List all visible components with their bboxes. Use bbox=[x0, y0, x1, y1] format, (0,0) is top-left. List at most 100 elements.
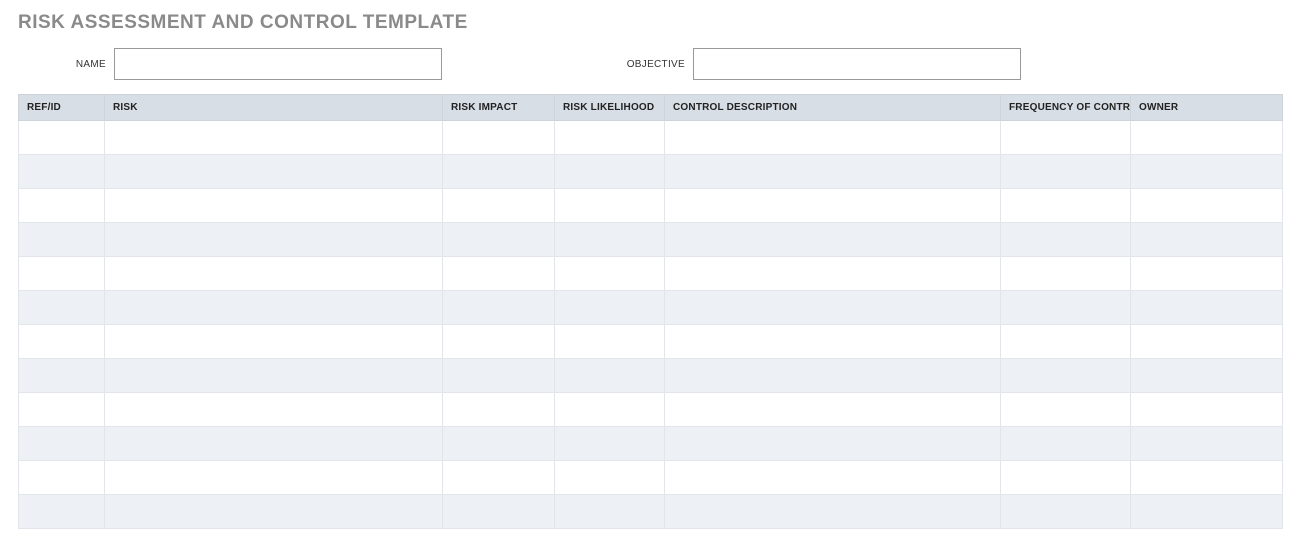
cell-controldesc[interactable] bbox=[665, 427, 1001, 461]
cell-controldesc[interactable] bbox=[665, 495, 1001, 529]
cell-frequency[interactable] bbox=[1001, 495, 1131, 529]
cell-ref[interactable] bbox=[19, 257, 105, 291]
cell-controldesc[interactable] bbox=[665, 325, 1001, 359]
cell-likelihood[interactable] bbox=[555, 461, 665, 495]
cell-impact[interactable] bbox=[443, 155, 555, 189]
cell-frequency[interactable] bbox=[1001, 427, 1131, 461]
cell-impact[interactable] bbox=[443, 223, 555, 257]
cell-controldesc[interactable] bbox=[665, 393, 1001, 427]
cell-risk[interactable] bbox=[105, 155, 443, 189]
cell-likelihood[interactable] bbox=[555, 325, 665, 359]
name-input[interactable] bbox=[114, 48, 442, 80]
table-row bbox=[19, 155, 1283, 189]
cell-impact[interactable] bbox=[443, 189, 555, 223]
cell-frequency[interactable] bbox=[1001, 325, 1131, 359]
cell-ref[interactable] bbox=[19, 495, 105, 529]
cell-controldesc[interactable] bbox=[665, 257, 1001, 291]
cell-risk[interactable] bbox=[105, 427, 443, 461]
cell-controldesc[interactable] bbox=[665, 359, 1001, 393]
cell-likelihood[interactable] bbox=[555, 291, 665, 325]
cell-frequency[interactable] bbox=[1001, 291, 1131, 325]
table-row bbox=[19, 121, 1283, 155]
cell-ref[interactable] bbox=[19, 461, 105, 495]
table-row bbox=[19, 291, 1283, 325]
table-row bbox=[19, 495, 1283, 529]
cell-likelihood[interactable] bbox=[555, 427, 665, 461]
cell-ref[interactable] bbox=[19, 291, 105, 325]
cell-ref[interactable] bbox=[19, 223, 105, 257]
cell-owner[interactable] bbox=[1131, 393, 1283, 427]
cell-controldesc[interactable] bbox=[665, 121, 1001, 155]
cell-impact[interactable] bbox=[443, 121, 555, 155]
cell-owner[interactable] bbox=[1131, 495, 1283, 529]
cell-owner[interactable] bbox=[1131, 189, 1283, 223]
risk-table: REF/ID RISK RISK IMPACT RISK LIKELIHOOD … bbox=[18, 94, 1283, 529]
col-header-frequency: FREQUENCY OF CONTROL bbox=[1001, 95, 1131, 121]
cell-frequency[interactable] bbox=[1001, 393, 1131, 427]
cell-impact[interactable] bbox=[443, 325, 555, 359]
cell-risk[interactable] bbox=[105, 223, 443, 257]
cell-owner[interactable] bbox=[1131, 325, 1283, 359]
cell-ref[interactable] bbox=[19, 359, 105, 393]
cell-likelihood[interactable] bbox=[555, 257, 665, 291]
cell-likelihood[interactable] bbox=[555, 223, 665, 257]
cell-likelihood[interactable] bbox=[555, 121, 665, 155]
cell-controldesc[interactable] bbox=[665, 189, 1001, 223]
cell-impact[interactable] bbox=[443, 257, 555, 291]
cell-likelihood[interactable] bbox=[555, 495, 665, 529]
cell-risk[interactable] bbox=[105, 257, 443, 291]
cell-controldesc[interactable] bbox=[665, 291, 1001, 325]
cell-likelihood[interactable] bbox=[555, 155, 665, 189]
cell-risk[interactable] bbox=[105, 393, 443, 427]
cell-impact[interactable] bbox=[443, 393, 555, 427]
cell-risk[interactable] bbox=[105, 189, 443, 223]
cell-impact[interactable] bbox=[443, 291, 555, 325]
cell-controldesc[interactable] bbox=[665, 223, 1001, 257]
cell-ref[interactable] bbox=[19, 189, 105, 223]
page-title: RISK ASSESSMENT AND CONTROL TEMPLATE bbox=[18, 12, 1283, 34]
cell-frequency[interactable] bbox=[1001, 121, 1131, 155]
cell-risk[interactable] bbox=[105, 325, 443, 359]
cell-ref[interactable] bbox=[19, 121, 105, 155]
cell-owner[interactable] bbox=[1131, 155, 1283, 189]
cell-frequency[interactable] bbox=[1001, 155, 1131, 189]
cell-likelihood[interactable] bbox=[555, 393, 665, 427]
cell-owner[interactable] bbox=[1131, 427, 1283, 461]
cell-risk[interactable] bbox=[105, 461, 443, 495]
cell-ref[interactable] bbox=[19, 325, 105, 359]
cell-owner[interactable] bbox=[1131, 257, 1283, 291]
cell-likelihood[interactable] bbox=[555, 359, 665, 393]
col-header-ref: REF/ID bbox=[19, 95, 105, 121]
cell-frequency[interactable] bbox=[1001, 359, 1131, 393]
cell-owner[interactable] bbox=[1131, 121, 1283, 155]
col-header-owner: OWNER bbox=[1131, 95, 1283, 121]
cell-ref[interactable] bbox=[19, 155, 105, 189]
cell-owner[interactable] bbox=[1131, 291, 1283, 325]
cell-ref[interactable] bbox=[19, 393, 105, 427]
cell-impact[interactable] bbox=[443, 461, 555, 495]
cell-impact[interactable] bbox=[443, 495, 555, 529]
col-header-impact: RISK IMPACT bbox=[443, 95, 555, 121]
cell-frequency[interactable] bbox=[1001, 223, 1131, 257]
meta-row: NAME OBJECTIVE bbox=[18, 48, 1283, 80]
cell-risk[interactable] bbox=[105, 291, 443, 325]
cell-risk[interactable] bbox=[105, 495, 443, 529]
cell-impact[interactable] bbox=[443, 427, 555, 461]
cell-frequency[interactable] bbox=[1001, 461, 1131, 495]
cell-controldesc[interactable] bbox=[665, 155, 1001, 189]
objective-input[interactable] bbox=[693, 48, 1021, 80]
cell-frequency[interactable] bbox=[1001, 189, 1131, 223]
col-header-controldesc: CONTROL DESCRIPTION bbox=[665, 95, 1001, 121]
cell-likelihood[interactable] bbox=[555, 189, 665, 223]
cell-owner[interactable] bbox=[1131, 223, 1283, 257]
cell-owner[interactable] bbox=[1131, 359, 1283, 393]
cell-risk[interactable] bbox=[105, 359, 443, 393]
cell-owner[interactable] bbox=[1131, 461, 1283, 495]
col-header-likelihood: RISK LIKELIHOOD bbox=[555, 95, 665, 121]
table-row bbox=[19, 393, 1283, 427]
cell-controldesc[interactable] bbox=[665, 461, 1001, 495]
cell-ref[interactable] bbox=[19, 427, 105, 461]
cell-impact[interactable] bbox=[443, 359, 555, 393]
cell-risk[interactable] bbox=[105, 121, 443, 155]
cell-frequency[interactable] bbox=[1001, 257, 1131, 291]
